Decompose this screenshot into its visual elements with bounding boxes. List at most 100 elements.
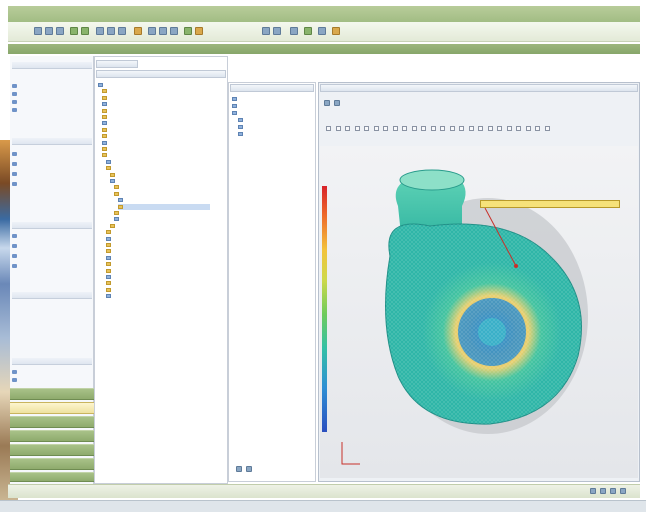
filter-icon[interactable] [236, 466, 242, 472]
viewer-tool-icon[interactable] [354, 126, 360, 131]
nav-button-selected[interactable] [10, 402, 94, 414]
tree-item[interactable] [106, 242, 166, 248]
result-icon[interactable] [195, 27, 203, 35]
tree-item[interactable] [106, 248, 174, 254]
redo-icon[interactable] [81, 27, 89, 35]
viewer-tool-icon[interactable] [326, 126, 331, 131]
tree-item[interactable] [102, 120, 170, 126]
nav-button[interactable] [10, 472, 94, 482]
save-icon[interactable] [56, 27, 64, 35]
viewer-tool-icon[interactable] [421, 126, 426, 131]
cut-icon[interactable] [96, 27, 104, 35]
rotate-icon[interactable] [159, 27, 167, 35]
tree-item[interactable] [110, 223, 186, 229]
tree-item[interactable] [106, 274, 166, 280]
navigator-section-header[interactable] [12, 138, 92, 145]
tree-item[interactable] [114, 210, 174, 216]
tree-item[interactable] [102, 101, 186, 107]
nav-button[interactable] [10, 430, 94, 442]
tree-item[interactable] [110, 178, 170, 184]
top-view-icon[interactable] [290, 27, 298, 35]
viewer-tool-icon[interactable] [535, 126, 540, 131]
property-row[interactable] [238, 124, 245, 130]
fit-all-icon[interactable] [334, 100, 340, 106]
viewer-tool-icon[interactable] [402, 126, 407, 131]
navigator-section-header[interactable] [12, 62, 92, 69]
copy-icon[interactable] [107, 27, 115, 35]
nav-button[interactable] [10, 444, 94, 456]
viewer-tool-icon[interactable] [468, 126, 474, 131]
pump-model[interactable] [320, 146, 638, 478]
tree-item[interactable] [110, 172, 202, 178]
tree-tab[interactable] [96, 60, 138, 68]
navigator-section-header[interactable] [12, 222, 92, 229]
tree-item[interactable] [102, 152, 170, 158]
tree-item[interactable] [114, 184, 182, 190]
viewer-tab[interactable] [320, 84, 638, 92]
iso-view-icon[interactable] [304, 27, 312, 35]
viewer-tool-icon[interactable] [335, 126, 341, 131]
zoom-icon[interactable] [148, 27, 156, 35]
tree-item[interactable] [106, 293, 190, 299]
mesh-icon[interactable] [184, 27, 192, 35]
tree-item[interactable] [102, 140, 194, 146]
home-view-icon[interactable] [324, 100, 330, 106]
fit-icon[interactable] [262, 27, 270, 35]
viewer-tool-icon[interactable] [392, 126, 398, 131]
navigator-section-header[interactable] [12, 358, 92, 365]
tree-item[interactable] [98, 82, 158, 88]
tree-item[interactable] [102, 127, 178, 133]
viewer-tool-icon[interactable] [459, 126, 464, 131]
tree-item[interactable] [106, 165, 190, 171]
tree-item[interactable] [106, 236, 198, 242]
snap-icon[interactable] [600, 488, 606, 494]
tree-item[interactable] [106, 255, 182, 261]
front-view-icon[interactable] [273, 27, 281, 35]
sort-icon[interactable] [246, 466, 252, 472]
layers-icon[interactable] [610, 488, 616, 494]
viewer-tool-icon[interactable] [506, 126, 512, 131]
viewer-tool-icon[interactable] [478, 126, 483, 131]
pan-icon[interactable] [170, 27, 178, 35]
tree-item[interactable] [106, 287, 182, 293]
viewer-tool-icon[interactable] [411, 126, 417, 131]
viewer-tool-icon[interactable] [516, 126, 521, 131]
viewer-tool-icon[interactable] [525, 126, 531, 131]
tree-item[interactable] [102, 108, 194, 114]
tree-item[interactable] [106, 280, 174, 286]
tree-item[interactable] [118, 203, 210, 210]
property-row[interactable] [232, 96, 239, 102]
tree-item[interactable] [114, 191, 190, 197]
tree-search-bar[interactable] [96, 70, 226, 78]
tree-item[interactable] [102, 95, 178, 101]
tree-item[interactable] [114, 216, 182, 222]
viewer-tool-icon[interactable] [497, 126, 502, 131]
property-row[interactable] [232, 110, 239, 116]
viewer-tool-icon[interactable] [364, 126, 369, 131]
tree-item[interactable] [106, 268, 198, 274]
viewer-tool-icon[interactable] [449, 126, 455, 131]
viewer-tool-icon[interactable] [440, 126, 445, 131]
paste-icon[interactable] [118, 27, 126, 35]
navigator-section-header[interactable] [12, 292, 92, 299]
property-row[interactable] [238, 131, 245, 137]
grid-icon[interactable] [590, 488, 596, 494]
viewer-tool-icon[interactable] [487, 126, 493, 131]
viewer-tool-icon[interactable] [373, 126, 379, 131]
tree-item[interactable] [102, 133, 186, 139]
viewer-tool-icon[interactable] [345, 126, 350, 131]
tree-item[interactable] [106, 261, 190, 267]
property-row[interactable] [238, 117, 245, 123]
print-icon[interactable] [134, 27, 142, 35]
nav-button[interactable] [10, 416, 94, 428]
nav-button[interactable] [10, 388, 94, 400]
tree-item[interactable] [106, 159, 182, 165]
viewer-tool-icon[interactable] [544, 126, 550, 131]
undo-icon[interactable] [70, 27, 78, 35]
settings-icon[interactable] [620, 488, 626, 494]
new-icon[interactable] [34, 27, 42, 35]
viewer-tool-icon[interactable] [383, 126, 388, 131]
tree-item[interactable] [102, 114, 162, 120]
tree-item[interactable] [102, 88, 170, 94]
probe-icon[interactable] [332, 27, 340, 35]
